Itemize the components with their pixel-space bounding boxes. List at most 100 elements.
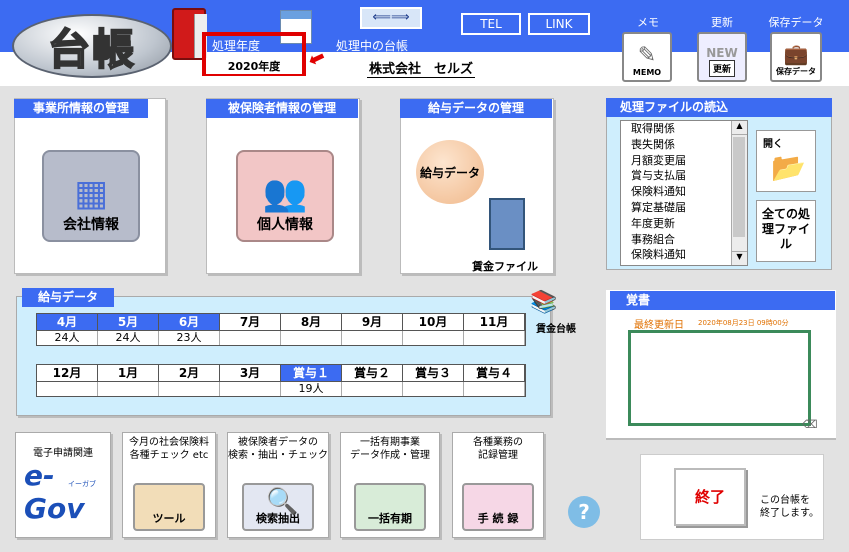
ledger-book-icon (172, 8, 207, 60)
memo-button[interactable]: ✎ MEMO (622, 32, 672, 82)
employee-count-cell[interactable]: 24人 (98, 331, 159, 345)
all-files-button[interactable]: 全ての処理ファイル (756, 200, 816, 262)
month-header-cell[interactable]: 12月 (37, 365, 98, 381)
egov-logo: e-Gov (24, 459, 85, 525)
month-header-cell[interactable]: 11月 (464, 314, 525, 330)
salary-row-1: 4月 5月 6月 7月 8月 9月 10月 11月 24人 24人 23人 (36, 313, 526, 346)
help-button[interactable]: ? (568, 496, 600, 528)
month-header-cell[interactable]: 賞与４ (464, 365, 525, 381)
employee-count-cell[interactable] (220, 382, 281, 396)
record-management-card[interactable]: 各種業務の 記録管理 手 続 録 (452, 432, 544, 538)
memo-title: 覚書 (610, 291, 835, 310)
save-data-button[interactable]: 💼 保存データ (770, 32, 822, 82)
file-list-item[interactable]: 賞与支払届 (621, 168, 747, 184)
procedure-log-label: 手 続 録 (477, 512, 519, 525)
insured-search-title: 被保険者データの 検索・抽出・チェック (228, 437, 328, 461)
month-header-cell[interactable]: 4月 (37, 314, 98, 330)
employee-count-cell[interactable] (403, 331, 464, 345)
file-list-item[interactable]: 取得関係 (621, 121, 747, 137)
open-file-button[interactable]: 開く 📂 (756, 130, 816, 192)
personal-info-button[interactable]: 👥 個人情報 (236, 150, 334, 242)
employee-count-cell[interactable]: 23人 (159, 331, 220, 345)
bulk-project-button[interactable]: 一括有期 (354, 483, 426, 531)
file-list-item[interactable]: 事務組合 (621, 232, 747, 248)
fiscal-year-value[interactable]: 2020年度 (206, 60, 302, 74)
employee-count-cell[interactable] (281, 331, 342, 345)
current-ledger-label: 処理中の台帳 (336, 39, 409, 53)
eraser-icon[interactable]: ⌫ (802, 418, 818, 431)
monthly-check-card[interactable]: 今月の社会保険料 各種チェック etc ツール (122, 432, 216, 538)
employee-count-cell[interactable] (98, 382, 159, 396)
salary-data-label: 給与データ (419, 165, 480, 180)
scroll-thumb[interactable] (733, 137, 745, 237)
file-list-item[interactable]: 保険料通知 (621, 247, 747, 263)
egov-logo-sub: イーガブ (68, 480, 96, 488)
employee-count-cell[interactable] (220, 331, 281, 345)
open-file-label: 開く (763, 139, 783, 150)
month-header-cell[interactable]: 賞与２ (342, 365, 403, 381)
salary-data-button[interactable]: 給与データ (416, 140, 484, 204)
memo-icon-text: MEMO (632, 68, 662, 77)
file-list-item[interactable]: 月額変更届 (621, 153, 747, 169)
month-header-cell[interactable]: 2月 (159, 365, 220, 381)
month-header-cell[interactable]: 6月 (159, 314, 220, 330)
month-header-cell[interactable]: 8月 (281, 314, 342, 330)
month-header-cell[interactable]: 5月 (98, 314, 159, 330)
employee-count-cell[interactable] (403, 382, 464, 396)
exit-button[interactable]: 終了 (674, 468, 746, 526)
last-updated-value: 2020年08月23日 09時00分 (698, 319, 789, 327)
employee-count-cell[interactable] (159, 382, 220, 396)
new-badge: NEW (706, 46, 738, 60)
procedure-log-button[interactable]: 手 続 録 (462, 483, 534, 531)
file-list-item[interactable]: 喪失関係 (621, 137, 747, 153)
monthly-check-title: 今月の社会保険料 各種チェック etc (129, 437, 209, 461)
save-data-label: 保存データ (768, 16, 824, 29)
month-header-cell[interactable]: 9月 (342, 314, 403, 330)
month-header-cell[interactable]: 1月 (98, 365, 159, 381)
employee-count-cell[interactable] (37, 382, 98, 396)
update-label: 更新 (711, 16, 733, 29)
month-header-cell[interactable]: 7月 (220, 314, 281, 330)
month-header-cell[interactable]: 賞与３ (403, 365, 464, 381)
memo-textarea[interactable] (628, 330, 811, 426)
month-header-cell[interactable]: 10月 (403, 314, 464, 330)
tool-button[interactable]: ツール (133, 483, 205, 531)
link-button[interactable]: LINK (528, 13, 590, 35)
employee-count-cell[interactable] (464, 382, 525, 396)
wage-ledger-label: 賃金台帳 (536, 324, 576, 335)
company-info-label: 会社情報 (63, 217, 119, 233)
folder-open-icon: 📂 (771, 151, 806, 184)
tool-label: ツール (152, 512, 186, 525)
company-info-button[interactable]: ▦ 会社情報 (42, 150, 140, 242)
employee-count-cell[interactable]: 24人 (37, 331, 98, 345)
record-management-title: 各種業務の 記録管理 (473, 437, 523, 461)
month-header-cell[interactable]: 3月 (220, 365, 281, 381)
magnifier-icon: 🔍 (266, 487, 299, 517)
search-extract-button[interactable]: 🔍 検索抽出 (242, 483, 314, 531)
file-list-item[interactable]: 算定基礎届 (621, 200, 747, 216)
file-listbox[interactable]: 取得関係 喪失関係 月額変更届 賞与支払届 保険料通知 算定基礎届 年度更新 事務組合 保険料通… (620, 120, 748, 266)
insured-search-card[interactable]: 被保険者データの 検索・抽出・チェック 🔍 検索抽出 (227, 432, 329, 538)
wage-ledger-icon[interactable]: 📚 (530, 290, 570, 316)
e-application-card[interactable]: 電子申請関連 e-Gov イーガブ (15, 432, 111, 538)
file-list-scrollbar[interactable]: ▲ ▼ (731, 121, 747, 265)
employee-count-cell[interactable] (342, 382, 403, 396)
bulk-project-card[interactable]: 一括有期事業 データ作成・管理 一括有期 (340, 432, 440, 538)
file-list-item[interactable]: 保険料通知 (621, 184, 747, 200)
building-icon: ▦ (73, 173, 108, 214)
employee-count-cell[interactable]: 19人 (281, 382, 342, 396)
scroll-down-icon[interactable]: ▼ (732, 251, 747, 265)
employee-count-cell[interactable] (342, 331, 403, 345)
switch-arrows-button[interactable]: ⟸⟹ (360, 7, 422, 29)
salary-section-title: 給与データの管理 (400, 99, 552, 118)
update-button[interactable]: NEW 更新 (697, 32, 747, 82)
fiscal-year-label: 処理年度 (212, 39, 261, 53)
wage-file-icon[interactable] (489, 198, 525, 250)
scroll-up-icon[interactable]: ▲ (732, 121, 747, 135)
month-header-cell[interactable]: 賞与１ (281, 365, 342, 381)
file-list-item[interactable]: 年度更新 (621, 216, 747, 232)
e-application-title: 電子申請関連 (33, 448, 93, 459)
employee-count-cell[interactable] (464, 331, 525, 345)
company-name: 株式会社 セルズ (367, 58, 476, 78)
tel-button[interactable]: TEL (461, 13, 521, 35)
